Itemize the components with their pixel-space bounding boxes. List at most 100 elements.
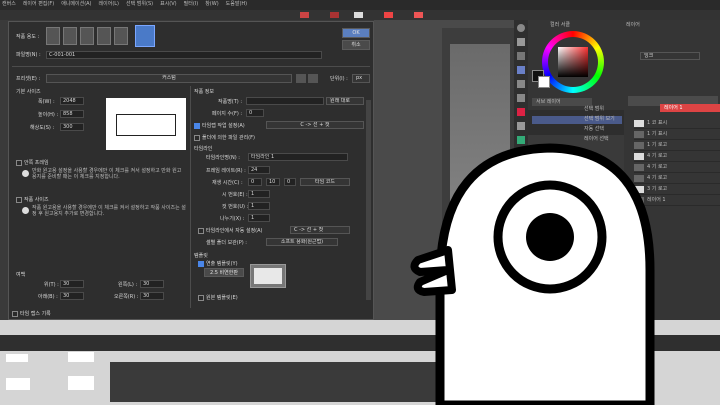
template-checkbox[interactable] [198, 261, 204, 267]
minute-input[interactable]: 1 [248, 202, 270, 210]
margin-right-input[interactable]: 30 [140, 292, 164, 300]
play-time-c[interactable]: 0 [284, 178, 296, 186]
tool-item[interactable]: 선택 범위 [584, 106, 624, 116]
usage-comic-icon[interactable] [63, 27, 77, 45]
zoom-icon[interactable] [517, 24, 525, 32]
auto-check-label: 타임라인에서 자동 설정(A) [206, 228, 263, 234]
swatch-red[interactable] [300, 12, 309, 18]
dialog-scrollbar[interactable] [366, 100, 371, 300]
unit-label: 단위(I) : [330, 76, 348, 82]
menu-item[interactable]: 선택 범위(S) [126, 1, 153, 9]
work-title-label: 작품명(T) : [218, 99, 243, 105]
resolution-input[interactable]: 300 [60, 123, 84, 131]
margin-right-label: 오른쪽(R) : [114, 294, 139, 300]
bleed-checkbox[interactable] [16, 160, 22, 166]
hour-input[interactable]: 1 [248, 190, 270, 198]
preset-label: 프리셋(E) : [16, 76, 41, 82]
episode-label: 페이지 수(F) : [212, 111, 243, 117]
auto-checkbox[interactable] [198, 228, 204, 234]
menu-item[interactable]: 도움말(H) [226, 1, 247, 9]
canvas-frame-preview [116, 114, 176, 136]
menu-item[interactable]: 애니메이션(A) [61, 1, 91, 9]
usage-print-icon[interactable] [114, 27, 128, 45]
app-window: 캔버스 레이어 편집(F) 애니메이션(A) 레이어(L) 선택 범위(S) 표시(V) 필… [0, 0, 720, 405]
folder-check-label: 폴더에 의한 파일 관리(F) [202, 135, 255, 141]
play-time-b[interactable]: 10 [266, 178, 280, 186]
eyedropper-icon[interactable] [517, 80, 525, 88]
mascot-illustration [410, 143, 655, 405]
select-icon[interactable] [517, 52, 525, 60]
storyboard-checkbox[interactable] [198, 295, 204, 301]
menu-item[interactable]: 레이어(L) [99, 1, 120, 9]
move-icon[interactable] [517, 38, 525, 46]
swatch-bright-red[interactable] [384, 12, 393, 18]
menu-item[interactable]: 창(W) [205, 1, 218, 9]
template-title: 템플릿 [194, 253, 208, 259]
lasso-icon[interactable] [517, 66, 525, 74]
preset-select[interactable]: 커스텀 [46, 74, 292, 83]
timeline-track [110, 362, 440, 402]
usage-illustration-icon[interactable] [46, 27, 60, 45]
folder-checkbox[interactable] [194, 135, 200, 141]
layer-name-top: 레이어 1 [664, 105, 683, 111]
work-info-title: 작품 정보 [194, 89, 214, 95]
layer-thumb-icon [634, 119, 644, 127]
margin-left-input[interactable]: 30 [140, 280, 164, 288]
auto-select[interactable]: C -> 선 + 컷 [290, 226, 350, 234]
base-size-title: 기본 사이즈 [16, 89, 41, 95]
pen-icon[interactable] [517, 94, 525, 102]
length-label: 나누기(X) : [220, 216, 245, 222]
tool-item[interactable]: 선택 범위 보기 [584, 116, 624, 126]
frame-rate-input[interactable]: 24 [248, 166, 270, 174]
work-title-select[interactable]: 원래 대로 [326, 97, 364, 105]
saturation-square[interactable] [558, 47, 588, 77]
layer-name: 1 코 표시 [647, 120, 668, 126]
margin-top-input[interactable]: 30 [60, 280, 84, 288]
usage-multipage-icon[interactable] [80, 27, 94, 45]
dir-select[interactable]: C -> 선 + 컷 [266, 121, 364, 129]
brush-select[interactable]: 잉크 [640, 52, 700, 60]
sub-color-swatch[interactable] [538, 76, 550, 88]
minute-label: 컷 번호(U) : [222, 204, 249, 210]
scale-checkbox[interactable] [16, 197, 22, 203]
width-input[interactable]: 2048 [60, 97, 84, 105]
unit-select[interactable]: px [352, 74, 370, 83]
ok-button[interactable]: OK [342, 28, 370, 38]
swatch-white[interactable] [354, 12, 363, 18]
timeline-name-input[interactable]: 타임라인 1 [248, 153, 348, 161]
file-name-input[interactable]: C-001-001 [46, 51, 322, 59]
episode-input[interactable]: 0 [246, 109, 264, 117]
layer-row[interactable]: 1 코 표시 [634, 118, 720, 129]
save-preset-icon[interactable] [296, 74, 306, 83]
play-time-select[interactable]: 타임 코드 [300, 178, 350, 186]
layer-folder-select[interactable]: 소프트 용화(원근법) [266, 238, 338, 246]
timeline-title: 타임라인 [194, 146, 213, 152]
bleed-title: 안쪽 프레임 [24, 160, 49, 166]
menu-item[interactable]: 표시(V) [160, 1, 177, 9]
height-input[interactable]: 858 [60, 110, 84, 118]
length-input[interactable]: 1 [248, 214, 270, 222]
frame-rate-label: 프레임 레이트(R) : [206, 168, 246, 174]
template-thumb-inner [254, 268, 282, 284]
brush-icon[interactable] [517, 108, 525, 116]
play-time-a[interactable]: 0 [248, 178, 262, 186]
swatch-dark-red[interactable] [330, 12, 339, 18]
template-button[interactable]: 2.5 비연한판 [204, 268, 244, 277]
dir-checkbox[interactable] [194, 123, 200, 129]
mascot-beak [410, 246, 456, 296]
delete-preset-icon[interactable] [308, 74, 318, 83]
template-check-label: 연출 템플릿(Y) [206, 261, 238, 267]
scale-title: 작품 사이즈 [24, 197, 49, 203]
resolution-label: 해상도(S) : [30, 125, 55, 131]
timelapse-checkbox[interactable] [12, 311, 18, 317]
menu-item[interactable]: 필터(I) [184, 1, 199, 9]
menu-item[interactable]: 레이어 편집(F) [23, 1, 54, 9]
eraser-icon[interactable] [517, 122, 525, 130]
menu-item[interactable]: 캔버스 [2, 1, 16, 9]
swatch-pink[interactable] [414, 12, 423, 18]
usage-animation-icon[interactable] [135, 25, 155, 47]
usage-webtoon-icon[interactable] [97, 27, 111, 45]
work-title-input[interactable] [246, 97, 324, 105]
cancel-button[interactable]: 취소 [342, 40, 370, 50]
margin-bottom-input[interactable]: 30 [60, 292, 84, 300]
